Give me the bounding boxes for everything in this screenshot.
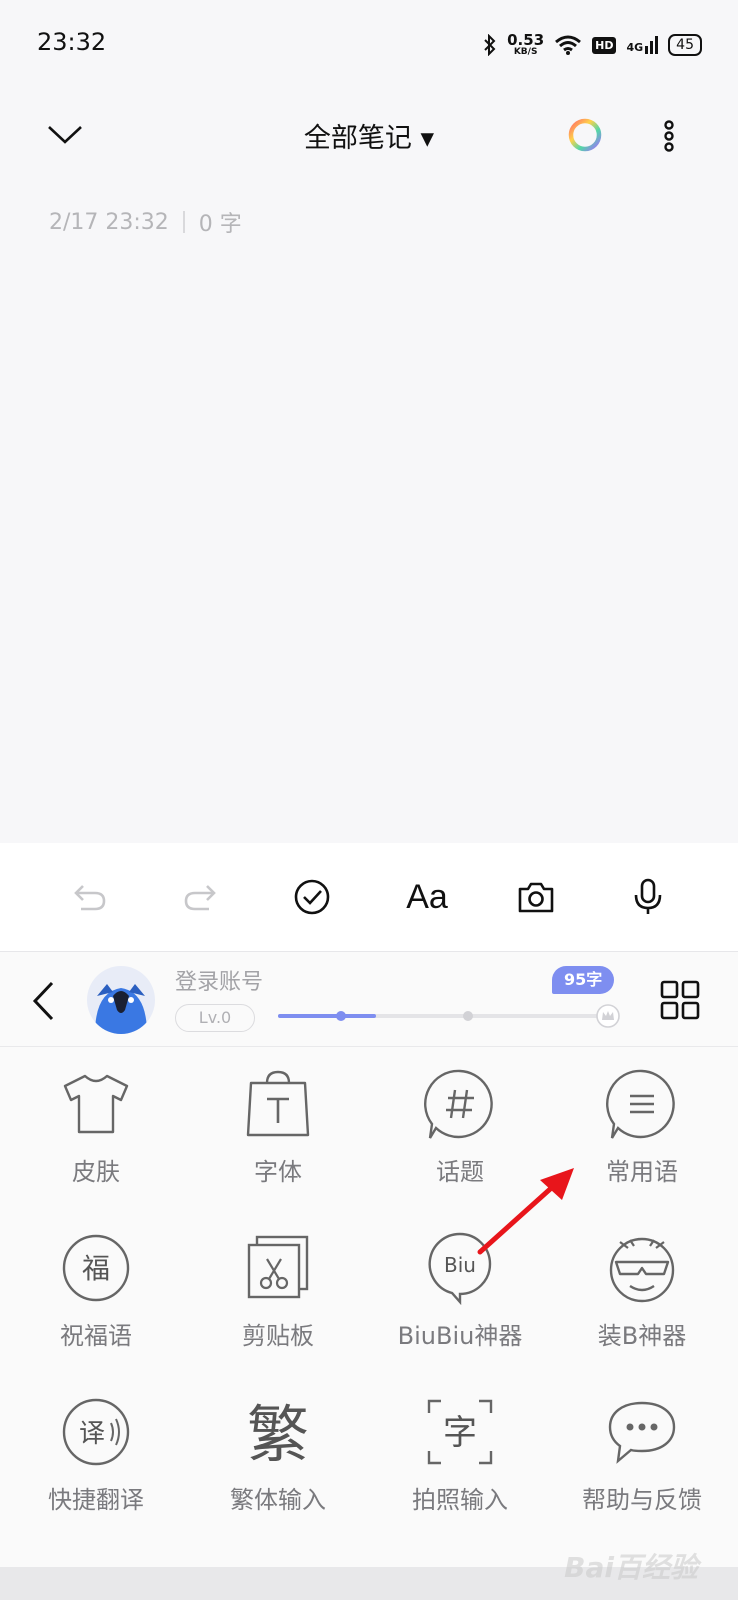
camera-icon — [518, 882, 554, 913]
traditional-icon: 繁 — [238, 1392, 318, 1472]
photo-input-icon: 字 — [420, 1392, 500, 1472]
wifi-icon — [555, 35, 582, 55]
hashtag-icon — [420, 1064, 500, 1144]
redo-icon — [184, 885, 216, 911]
baidu-watermark: Bai百经验 — [564, 1551, 698, 1584]
grid-menu-icon[interactable] — [660, 980, 700, 1020]
blessing-icon: 福 — [56, 1228, 136, 1308]
grid-label: 装B神器 — [597, 1322, 687, 1350]
grid-label: 快捷翻译 — [48, 1486, 144, 1514]
status-icons: 0.53 KB/S HD 4G 45 — [483, 28, 702, 62]
network-speed: 0.53 KB/S — [507, 31, 545, 57]
color-theme-icon[interactable] — [567, 117, 603, 153]
skin-item[interactable]: 皮肤 — [4, 1064, 188, 1187]
level-progress-fill — [278, 1014, 377, 1018]
undo-button[interactable] — [66, 873, 114, 921]
more-options-icon[interactable] — [661, 120, 677, 152]
grid-label: 祝福语 — [60, 1322, 132, 1350]
grid-label: 剪贴板 — [242, 1322, 314, 1350]
camera-button[interactable] — [512, 873, 560, 921]
check-circle-icon — [294, 879, 330, 915]
help-feedback-item[interactable]: 帮助与反馈 — [550, 1392, 734, 1515]
svg-text:福: 福 — [82, 1252, 110, 1285]
level-badge: Lv.0 — [175, 1004, 255, 1032]
editor-toolbar: Aa — [0, 843, 738, 952]
word-count-badge: 95字 — [552, 966, 615, 994]
font-item[interactable]: 字体 — [186, 1064, 370, 1187]
checklist-button[interactable] — [288, 873, 336, 921]
translate-icon: 译 — [56, 1392, 136, 1472]
grid-label: 帮助与反馈 — [582, 1486, 702, 1514]
photo-input-item[interactable]: 字 拍照输入 — [368, 1392, 552, 1515]
redo-button[interactable] — [176, 873, 224, 921]
back-chevron-icon[interactable] — [30, 980, 56, 1022]
blessing-item[interactable]: 福 祝福语 — [4, 1228, 188, 1351]
progress-dot — [336, 1011, 346, 1021]
grid-label: 拍照输入 — [412, 1486, 508, 1514]
help-feedback-icon — [602, 1392, 682, 1472]
notes-filter-title[interactable]: 全部笔记 ▾ — [0, 116, 738, 155]
word-count: 0 字 — [198, 212, 242, 237]
font-format-label: Aa — [406, 877, 448, 916]
hd-badge: HD — [592, 36, 617, 54]
keyboard-panel: 登录账号 Lv.0 95字 皮肤 字体 话题 常用语 福 祝福语 剪贴板 Biu… — [0, 952, 738, 1567]
phrases-icon — [602, 1064, 682, 1144]
svg-text:字: 字 — [443, 1413, 477, 1453]
annotation-arrow — [477, 1168, 574, 1255]
progress-dot — [463, 1011, 473, 1021]
clipboard-icon — [238, 1228, 318, 1308]
status-time: 23:32 — [37, 28, 107, 56]
text-format-button[interactable]: Aa — [400, 873, 454, 921]
clipboard-item[interactable]: 剪贴板 — [186, 1228, 370, 1351]
avatar[interactable] — [87, 966, 155, 1034]
signal-icon: 4G — [626, 36, 659, 54]
battery-indicator: 45 — [668, 34, 702, 56]
traditional-item[interactable]: 繁 繁体输入 — [186, 1392, 370, 1515]
bird-mascot-icon — [95, 984, 147, 1034]
svg-text:繁: 繁 — [247, 1398, 309, 1468]
grid-label: 皮肤 — [72, 1158, 120, 1186]
voice-button[interactable] — [624, 873, 672, 921]
bluetooth-icon — [484, 34, 496, 56]
grid-label: 字体 — [254, 1158, 302, 1186]
grid-label: BiuBiu神器 — [397, 1322, 523, 1350]
face-icon — [602, 1228, 682, 1308]
note-date: 2/17 23:32 — [49, 209, 169, 235]
font-bag-icon — [238, 1064, 318, 1144]
meta-divider — [182, 211, 185, 233]
microphone-icon — [634, 878, 662, 914]
keyboard-topbar: 登录账号 Lv.0 95字 — [0, 952, 738, 1047]
undo-icon — [74, 885, 106, 911]
note-meta: 2/17 23:32 0 字 — [49, 206, 242, 238]
grid-label: 繁体输入 — [230, 1486, 326, 1514]
translate-item[interactable]: 译 快捷翻译 — [4, 1392, 188, 1515]
crown-icon — [596, 1004, 620, 1028]
login-account-link[interactable]: 登录账号 — [175, 964, 263, 996]
shirt-icon — [56, 1064, 136, 1144]
svg-text:译: 译 — [79, 1419, 105, 1449]
level-progress-bar — [278, 1011, 606, 1021]
